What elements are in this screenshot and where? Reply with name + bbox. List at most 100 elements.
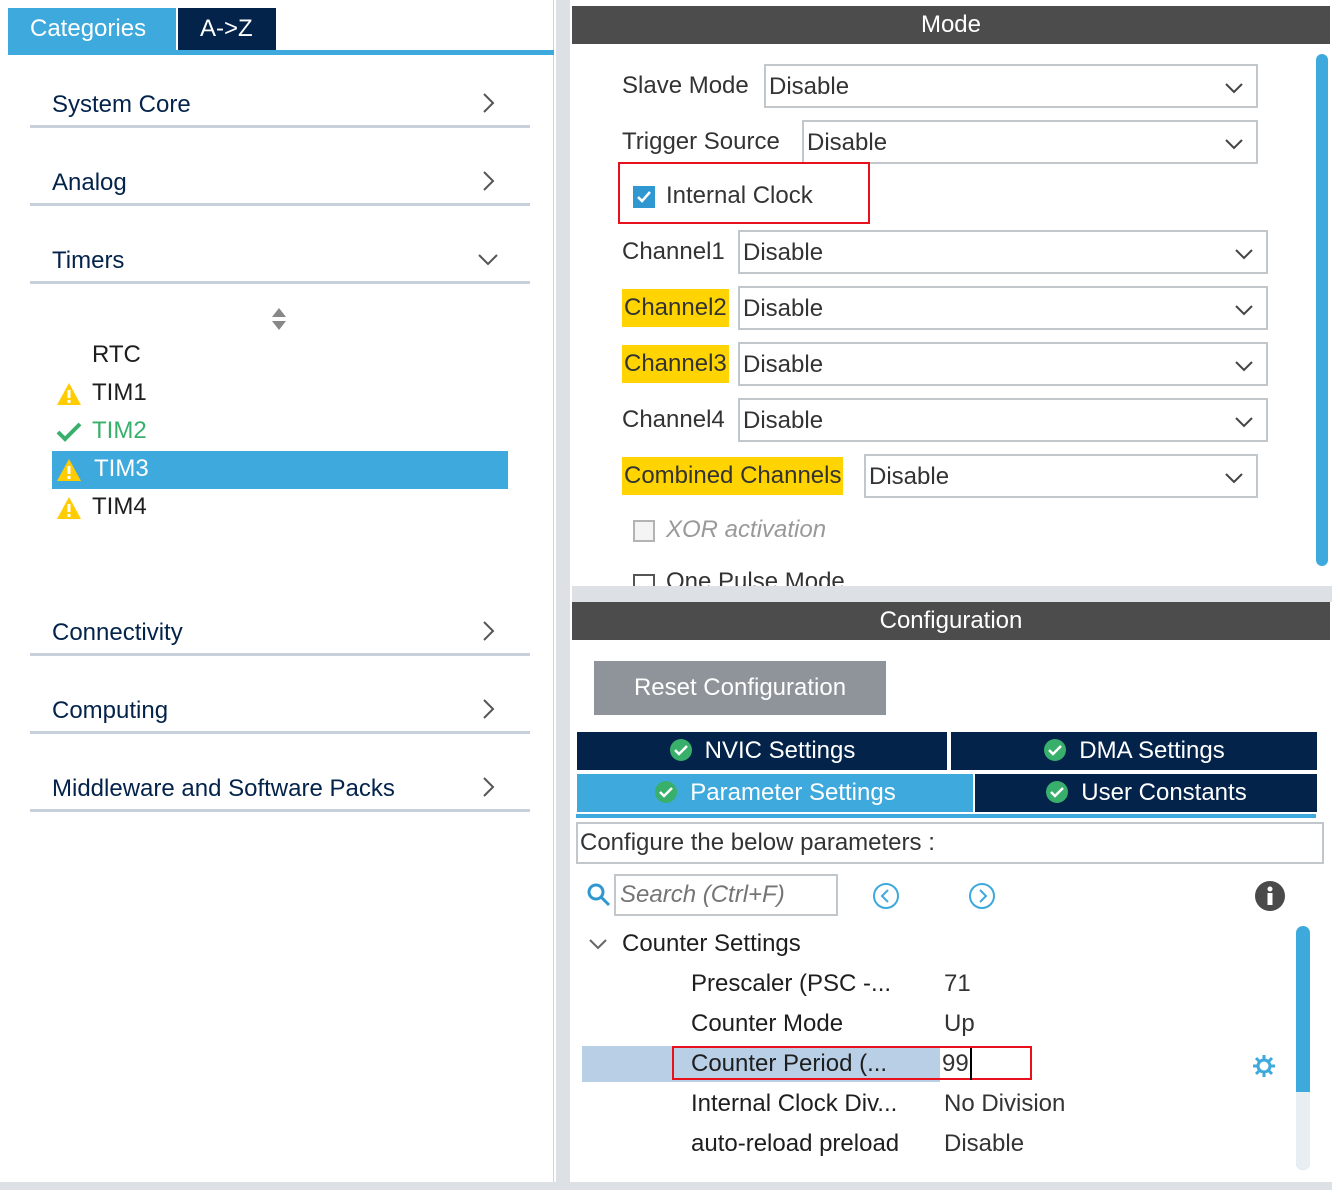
category-connectivity[interactable]: Connectivity — [30, 612, 530, 656]
select-value: Disable — [769, 73, 850, 100]
panel-splitter[interactable] — [556, 0, 570, 1190]
gear-icon[interactable] — [1252, 1054, 1276, 1078]
warning-icon — [57, 497, 81, 519]
param-value: No Division — [944, 1090, 1066, 1117]
chevron-down-icon — [1225, 139, 1243, 150]
slave-mode-select[interactable]: Disable — [764, 64, 1258, 108]
sort-icon[interactable] — [270, 306, 288, 332]
tree-item-label: TIM4 — [92, 493, 147, 520]
tab-user-constants[interactable]: User Constants — [975, 774, 1317, 812]
param-row[interactable]: Internal Clock Div... No Division — [582, 1086, 1302, 1126]
panel-divider — [572, 586, 1332, 602]
field-label-highlighted: Channel2 — [622, 289, 729, 327]
configuration-title: Configuration — [572, 602, 1330, 640]
reset-configuration-button[interactable]: Reset Configuration — [594, 661, 886, 715]
tree-item-tim1[interactable]: TIM1 — [52, 375, 508, 413]
chevron-down-icon — [1235, 249, 1253, 260]
tree-item-rtc[interactable]: RTC — [52, 337, 508, 375]
param-row[interactable]: Prescaler (PSC -... 71 — [582, 966, 1302, 1006]
category-system-core[interactable]: System Core — [30, 84, 530, 128]
channel2-row: Channel2 Disable — [622, 286, 1268, 330]
chevron-down-icon[interactable] — [588, 934, 608, 954]
field-label-highlighted: Channel3 — [622, 345, 729, 383]
clipped-row: One Pulse Mode — [572, 566, 1312, 586]
info-icon[interactable] — [1254, 880, 1286, 912]
tree-item-label: RTC — [92, 341, 141, 368]
one-pulse-mode-checkbox[interactable] — [633, 574, 655, 586]
internal-clock-checkbox[interactable] — [633, 186, 655, 208]
tab-categories[interactable]: Categories — [8, 8, 176, 50]
check-circle-icon — [655, 781, 678, 803]
param-name: auto-reload preload — [691, 1130, 900, 1157]
tabs-underline — [576, 814, 1316, 818]
param-row[interactable]: Counter Mode Up — [582, 1006, 1302, 1046]
param-name: Counter Mode — [691, 1010, 844, 1037]
left-tabs: Categories A->Z — [8, 8, 276, 50]
category-middleware[interactable]: Middleware and Software Packs — [30, 768, 530, 812]
tree-item-label: TIM2 — [92, 417, 147, 444]
field-label: Trigger Source — [622, 128, 780, 155]
select-value: Disable — [807, 129, 888, 156]
warning-icon — [57, 459, 81, 481]
param-name: Prescaler (PSC -... — [691, 970, 892, 997]
search-input[interactable] — [614, 874, 838, 916]
channel2-select[interactable]: Disable — [738, 286, 1268, 330]
check-circle-icon — [1044, 739, 1067, 761]
chevron-down-icon — [1225, 473, 1243, 484]
tree-item-label: TIM1 — [92, 379, 147, 406]
category-analog[interactable]: Analog — [30, 162, 530, 206]
tab-dma-settings[interactable]: DMA Settings — [951, 732, 1317, 770]
mode-scrollbar[interactable] — [1316, 54, 1328, 566]
xor-activation-label: XOR activation — [666, 516, 827, 543]
field-label: Channel1 — [622, 238, 725, 265]
category-label: System Core — [52, 91, 191, 118]
channel1-row: Channel1 Disable — [622, 230, 1268, 274]
xor-activation-checkbox[interactable] — [633, 520, 655, 542]
category-label: Connectivity — [52, 619, 183, 646]
tree-item-tim2[interactable]: TIM2 — [52, 413, 508, 451]
tab-label: Parameter Settings — [690, 779, 896, 806]
select-value: Disable — [743, 407, 824, 434]
chevron-down-icon — [1235, 361, 1253, 372]
window-bottom-edge — [0, 1182, 1332, 1190]
previous-icon[interactable] — [872, 882, 900, 910]
one-pulse-mode-label: One Pulse Mode — [666, 568, 845, 586]
combined-channels-select[interactable]: Disable — [864, 454, 1258, 498]
select-value: Disable — [869, 463, 950, 490]
select-value: Disable — [743, 295, 824, 322]
next-icon[interactable] — [968, 882, 996, 910]
mode-title: Mode — [572, 6, 1330, 44]
group-counter-settings: Counter Settings — [622, 930, 801, 957]
channel4-select[interactable]: Disable — [738, 398, 1268, 442]
category-label: Timers — [52, 247, 125, 274]
param-row[interactable]: auto-reload preload Disable — [582, 1126, 1302, 1166]
param-row-selected[interactable]: Counter Period (... 99 — [582, 1046, 1302, 1086]
warning-icon — [57, 383, 81, 405]
channel1-select[interactable]: Disable — [738, 230, 1268, 274]
chevron-right-icon — [483, 777, 495, 797]
internal-clock-label: Internal Clock — [666, 182, 813, 209]
tab-nvic-settings[interactable]: NVIC Settings — [577, 732, 947, 770]
param-name: Internal Clock Div... — [691, 1090, 898, 1117]
tree-item-label: TIM3 — [94, 455, 149, 482]
channel3-select[interactable]: Disable — [738, 342, 1268, 386]
param-value-input[interactable]: 99 — [942, 1050, 969, 1078]
mode-panel: Mode Slave Mode Disable Trigger Source D… — [572, 0, 1332, 586]
category-timers[interactable]: Timers — [30, 240, 530, 284]
chevron-right-icon — [483, 621, 495, 641]
trigger-source-row: Trigger Source Disable — [622, 120, 1258, 164]
chevron-right-icon — [483, 699, 495, 719]
param-value: 71 — [944, 970, 971, 997]
category-label: Middleware and Software Packs — [52, 775, 395, 802]
tab-parameter-settings[interactable]: Parameter Settings — [577, 774, 973, 812]
field-label: Channel4 — [622, 406, 725, 433]
check-circle-icon — [1046, 781, 1069, 803]
combined-channels-row: Combined Channels Disable — [622, 454, 1258, 498]
tree-item-tim4[interactable]: TIM4 — [52, 489, 508, 527]
trigger-source-select[interactable]: Disable — [802, 120, 1258, 164]
tab-a-z[interactable]: A->Z — [178, 8, 276, 50]
tree-item-tim3[interactable]: TIM3 — [52, 451, 508, 489]
field-label: Slave Mode — [622, 72, 749, 99]
parameters-description: Configure the below parameters : — [576, 822, 1324, 864]
category-computing[interactable]: Computing — [30, 690, 530, 734]
